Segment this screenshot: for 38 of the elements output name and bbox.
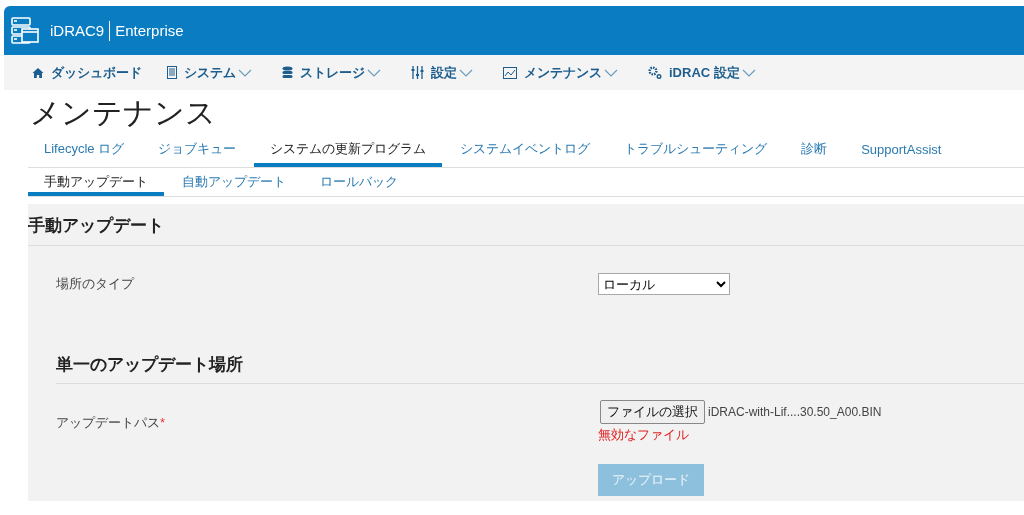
nav-menu-item[interactable]: メンテナンス (503, 63, 618, 82)
tab[interactable]: システムイベントログ (444, 137, 607, 167)
chevron-down-icon (741, 68, 756, 77)
chevron-down-icon (367, 68, 381, 77)
field-label: 場所のタイプ (56, 275, 136, 293)
server-icon (167, 66, 177, 79)
sub-tab[interactable]: 自動アップデート (166, 168, 302, 196)
error-message: 無効なファイル (598, 426, 689, 444)
tab[interactable]: SupportAssist (845, 137, 958, 167)
location-type-dropdown[interactable]: ローカル (598, 273, 730, 295)
nav-menu-item[interactable]: システム (167, 63, 252, 82)
tab[interactable]: Lifecycle ログ (28, 137, 141, 167)
server-window-icon (10, 15, 40, 46)
sliders-icon (411, 66, 424, 79)
nav-menu-item[interactable]: 設定 (411, 63, 473, 82)
chevron-down-icon (459, 68, 473, 77)
sub-tab[interactable]: ロールバック (304, 168, 414, 196)
tab[interactable]: ジョブキュー (142, 137, 253, 167)
sub-tab[interactable]: 手動アップデート (28, 168, 164, 196)
product-name: iDRAC9 (50, 22, 105, 39)
tab[interactable]: システムの更新プログラム (254, 137, 443, 167)
edition-name: Enterprise (115, 22, 184, 39)
panel-title: 手動アップデート (28, 204, 1024, 246)
chevron-down-icon (238, 68, 252, 77)
nav-menu-item[interactable]: iDRAC 設定 (648, 63, 756, 82)
tab[interactable]: 診断 (785, 137, 844, 167)
field-label: アップデートパス* (56, 414, 167, 432)
nav-menu-item[interactable]: ストレージ (282, 63, 381, 82)
choose-file-button[interactable]: ファイルの選択 (600, 400, 705, 424)
database-icon (282, 66, 293, 79)
file-name: iDRAC-with-Lif....30.50_A00.BIN (708, 405, 882, 419)
chevron-down-icon (604, 68, 618, 77)
tab[interactable]: トラブルシューティング (608, 137, 784, 167)
section-title: 単一のアップデート場所 (56, 353, 1024, 384)
chart-window-icon (503, 66, 517, 79)
page-title: メンテナンス (30, 95, 217, 131)
home-icon (32, 66, 44, 79)
gears-icon (648, 66, 662, 79)
